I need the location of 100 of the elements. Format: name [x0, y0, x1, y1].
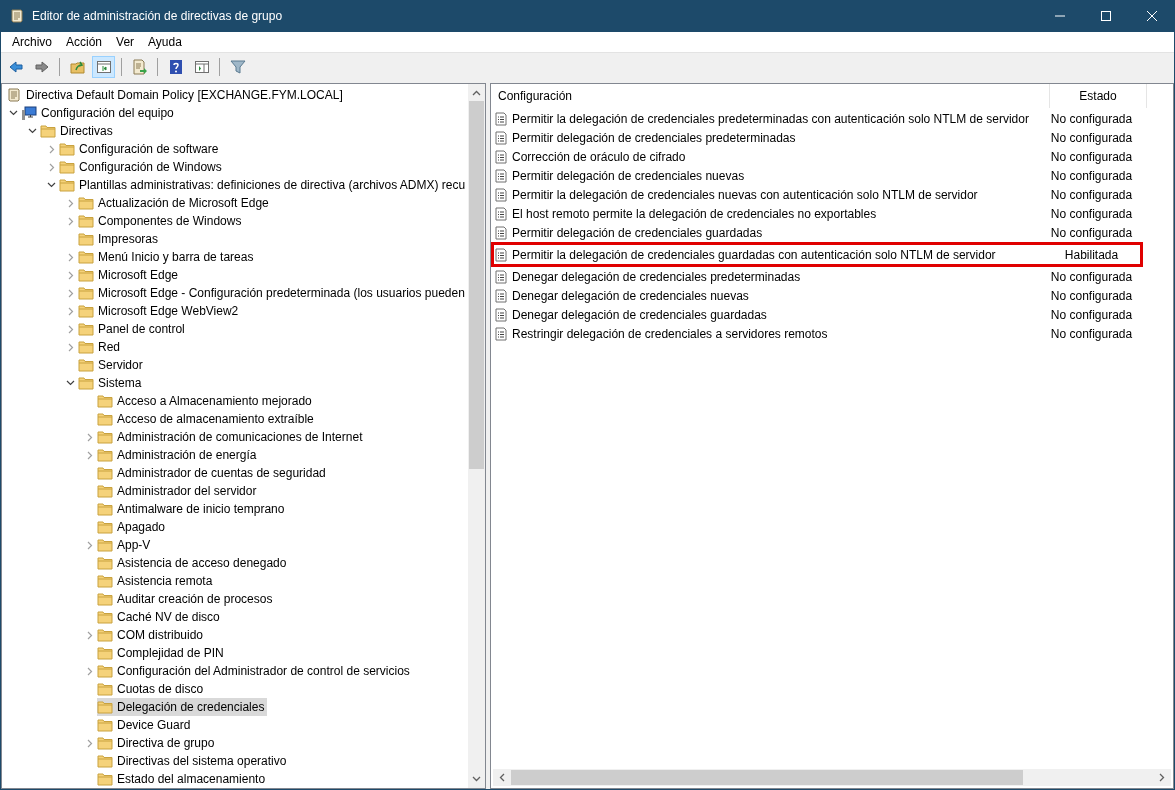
scroll-left-icon[interactable]	[499, 773, 505, 782]
chevron-right-icon[interactable]	[86, 540, 93, 550]
chevron-down-icon[interactable]	[28, 128, 37, 134]
tree-item[interactable]: Directivas	[40, 122, 116, 140]
tree-item[interactable]: Actualización de Microsoft Edge	[78, 194, 272, 212]
chevron-right-icon[interactable]	[67, 216, 74, 226]
chevron-right-icon[interactable]	[48, 162, 55, 172]
chevron-right-icon[interactable]	[86, 630, 93, 640]
chevron-right-icon[interactable]	[67, 342, 74, 352]
tree-item[interactable]: Cuotas de disco	[97, 680, 207, 698]
chevron-right-icon[interactable]	[67, 306, 74, 316]
chevron-right-icon[interactable]	[67, 324, 74, 334]
tree-item[interactable]: Plantillas administrativas: definiciones de directiva (archivos ADMX) recu	[59, 176, 468, 194]
scroll-up-icon[interactable]	[472, 90, 481, 96]
tree-item[interactable]: Configuración del Administrador de control de servicios	[97, 662, 413, 680]
tree-item[interactable]: Administración de energía	[97, 446, 260, 464]
table-row[interactable]: Permitir la delegación de credenciales guardadas con autenticación solo NTLM de servidor Habilitada	[491, 242, 1143, 267]
table-row[interactable]: Denegar delegación de credenciales predeterminadas No configurada	[494, 267, 1140, 286]
tree-item[interactable]: Microsoft Edge	[78, 266, 182, 284]
tree-item[interactable]: Administrador de cuentas de seguridad	[97, 464, 329, 482]
tree-item[interactable]: Directivas del sistema operativo	[97, 752, 290, 770]
tree-item[interactable]: Administración de comunicaciones de Internet	[97, 428, 366, 446]
tree-item[interactable]: Directiva Default Domain Policy [EXCHANGE.FYM.LOCAL]	[6, 86, 346, 104]
tree-item[interactable]: Sistema	[78, 374, 145, 392]
tree-item[interactable]: Antimalware de inicio temprano	[97, 500, 288, 518]
tree-item[interactable]: Acceso de almacenamiento extraíble	[97, 410, 317, 428]
tree-item[interactable]: Configuración del equipo	[21, 104, 177, 122]
document-icon	[494, 288, 508, 303]
chevron-right-icon[interactable]	[67, 252, 74, 262]
tree-item[interactable]: COM distribuido	[97, 626, 207, 644]
document-icon	[494, 307, 508, 322]
table-row[interactable]: Corrección de oráculo de cifrado No configurada	[494, 147, 1140, 166]
horizontal-scrollbar[interactable]	[493, 769, 1171, 786]
menu-item[interactable]: Ayuda	[141, 32, 189, 52]
folder-icon	[97, 447, 113, 463]
tree-item[interactable]: Auditar creación de procesos	[97, 590, 276, 608]
chevron-down-icon[interactable]	[9, 110, 18, 116]
column-header[interactable]: Configuración	[491, 84, 1050, 108]
table-row[interactable]: Permitir delegación de credenciales predeterminadas No configurada	[494, 128, 1140, 147]
setting-name: Restringir delegación de credenciales a servidores remotos	[512, 325, 829, 343]
menu-item[interactable]: Archivo	[5, 32, 59, 52]
vertical-scrollbar[interactable]	[468, 84, 485, 788]
tree-item[interactable]: Asistencia remota	[97, 572, 216, 590]
chevron-right-icon[interactable]	[67, 270, 74, 280]
tree-item[interactable]: Administrador del servidor	[97, 482, 260, 500]
tree-item[interactable]: Directiva de grupo	[97, 734, 218, 752]
tree-item[interactable]: Configuración de Windows	[59, 158, 225, 176]
tree-item[interactable]: Menú Inicio y barra de tareas	[78, 248, 257, 266]
tree-item[interactable]: Configuración de software	[59, 140, 222, 158]
table-row[interactable]: Restringir delegación de credenciales a servidores remotos No configurada	[494, 324, 1140, 343]
folder-icon	[97, 753, 113, 769]
column-header[interactable]: Estado	[1050, 84, 1147, 108]
chevron-right-icon[interactable]	[86, 666, 93, 676]
state-cell-text: No configurada	[1049, 129, 1134, 147]
tree-item[interactable]: Apagado	[97, 518, 169, 536]
tree-item[interactable]: Acceso a Almacenamiento mejorado	[97, 392, 315, 410]
tree-item[interactable]: App-V	[97, 536, 154, 554]
tree-item[interactable]: Microsoft Edge - Configuración predeterminada (los usuarios pueden	[78, 284, 468, 302]
tree-item[interactable]: Red	[78, 338, 123, 356]
chevron-right-icon[interactable]	[48, 144, 55, 154]
tree-item[interactable]: Componentes de Windows	[78, 212, 245, 230]
tree-item[interactable]: Delegación de credenciales	[97, 698, 268, 716]
chevron-right-icon[interactable]	[67, 288, 74, 298]
scroll-down-icon[interactable]	[472, 776, 481, 782]
tree-item[interactable]: Complejidad de PIN	[97, 644, 227, 662]
chevron-right-icon[interactable]	[86, 432, 93, 442]
setting-name: Denegar delegación de credenciales nuevas	[512, 287, 750, 305]
scrollbar-thumb[interactable]	[511, 770, 1023, 785]
filter-icon	[229, 58, 246, 75]
tree-item[interactable]: Microsoft Edge WebView2	[78, 302, 242, 320]
table-row[interactable]: Permitir la delegación de credenciales predeterminadas con autenticación solo NTLM de servidor No configurada	[494, 109, 1140, 128]
chevron-down-icon[interactable]	[47, 182, 56, 188]
setting-name: Denegar delegación de credenciales guardadas	[512, 306, 768, 324]
tree-item[interactable]: Servidor	[78, 356, 146, 374]
back-arrow-icon	[7, 58, 24, 75]
chevron-right-icon[interactable]	[86, 738, 93, 748]
chevron-right-icon[interactable]	[67, 198, 74, 208]
tree-item[interactable]: Impresoras	[78, 230, 162, 248]
menu-item[interactable]: Ver	[109, 32, 142, 52]
document-icon	[494, 269, 508, 284]
table-row[interactable]: Permitir la delegación de credenciales nuevas con autenticación solo NTLM de servidor No configurada	[494, 185, 1140, 204]
table-row[interactable]: Denegar delegación de credenciales nuevas No configurada	[494, 286, 1140, 305]
scroll-right-icon[interactable]	[1159, 773, 1165, 782]
tree-item[interactable]: Device Guard	[97, 716, 194, 734]
state-cell-text: No configurada	[1049, 306, 1134, 324]
tree-item[interactable]: Estado del almacenamiento	[97, 770, 269, 788]
menu-item[interactable]: Acción	[59, 32, 110, 52]
toolbar-button[interactable]	[92, 55, 115, 78]
scrollbar-thumb[interactable]	[469, 101, 484, 469]
table-row[interactable]: El host remoto permite la delegación de credenciales no exportables No configurada	[494, 204, 1140, 223]
chevron-right-icon[interactable]	[86, 450, 93, 460]
document-icon	[494, 130, 508, 145]
tree-item[interactable]: Asistencia de acceso denegado	[97, 554, 290, 572]
table-row[interactable]: Permitir delegación de credenciales guardadas No configurada	[494, 223, 1140, 242]
tree-item[interactable]: Caché NV de disco	[97, 608, 223, 626]
table-row[interactable]: Denegar delegación de credenciales guardadas No configurada	[494, 305, 1140, 324]
tree-item[interactable]: Panel de control	[78, 320, 188, 338]
chevron-down-icon[interactable]	[66, 380, 75, 386]
table-row[interactable]: Permitir delegación de credenciales nuevas No configurada	[494, 166, 1140, 185]
folder-icon	[78, 357, 94, 373]
